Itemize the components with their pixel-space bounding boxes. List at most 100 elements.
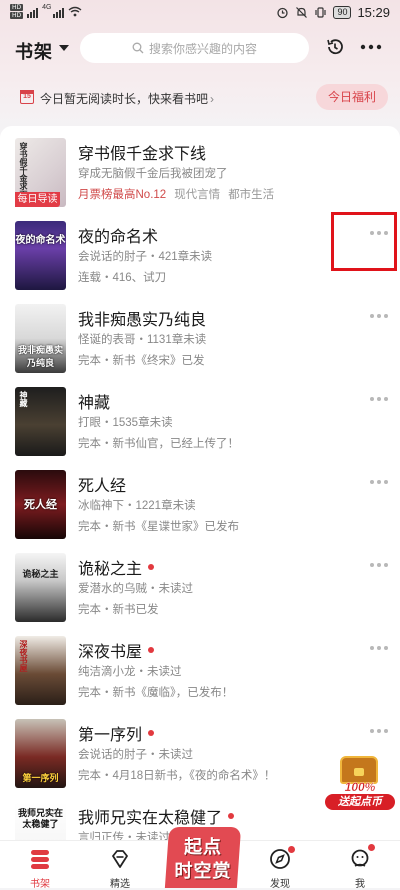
cover-title: 死人经 <box>24 499 57 511</box>
coin-promo[interactable]: 100% 送起点币 <box>325 756 395 810</box>
book-subtitle: 冰临神下・1221章未读 <box>78 500 196 512</box>
book-cover: 神藏 <box>15 387 66 456</box>
tab-bookshelf[interactable]: 书架 <box>0 841 80 890</box>
status-right: 90 15:29 <box>276 5 390 20</box>
book-title-text: 神藏 <box>78 395 111 412</box>
book-title: 我非痴愚实乃纯良 <box>78 306 206 330</box>
book-subtitle: 言归正传・未读过 <box>78 832 170 840</box>
cover-title: 我非痴愚实乃纯良 <box>17 345 63 368</box>
search-input[interactable]: 搜索你感兴趣的内容 <box>80 33 309 63</box>
book-item[interactable]: 穿书假千金求下线 每日导读 穿书假千金求下线 穿成无脑假千金后我被团宠了 月票榜… <box>0 138 400 221</box>
more-options-icon[interactable] <box>370 480 388 486</box>
wifi-icon <box>69 6 82 17</box>
cover-title: 深夜书屋 <box>19 640 28 672</box>
genre-tag: 现代言情 <box>174 189 221 201</box>
more-options-icon[interactable] <box>370 314 388 320</box>
book-title: 我师兄实在太稳健了 <box>78 804 235 828</box>
page-title[interactable]: 书架 <box>15 38 53 64</box>
book-meta: 完本・新书仙官，已经上传了！ <box>78 438 239 450</box>
book-subtitle: 会说话的肘子・421章未读 <box>78 251 213 263</box>
book-subtitle: 打眼・1535章未读 <box>78 417 173 429</box>
cover-title: 神藏 <box>19 391 28 407</box>
mute-bell-icon <box>296 7 308 18</box>
cover-title: 夜的命名术 <box>15 235 66 246</box>
search-icon <box>132 42 144 54</box>
book-cover: 我师兄实在太稳健了 <box>15 802 66 840</box>
book-cover: 我非痴愚实乃纯良 <box>15 304 66 373</box>
book-title: 诡秘之主 <box>78 555 155 579</box>
status-bar: HD HD 4G 90 15:29 <box>0 0 400 28</box>
book-meta: 完本・新书已发 <box>78 604 159 616</box>
book-cover: 夜的命名术 <box>15 221 66 290</box>
daily-benefit-button[interactable]: 今日福利 <box>316 84 388 110</box>
book-title: 深夜书屋 <box>78 638 155 662</box>
tab-discover[interactable]: 发现 <box>240 841 320 890</box>
notification-dot <box>288 846 295 853</box>
rank-label: 月票榜最高No.12 <box>78 189 167 201</box>
search-placeholder: 搜索你感兴趣的内容 <box>148 41 257 56</box>
book-subtitle: 爱潜水的乌贼・未读过 <box>78 583 193 595</box>
bookshelf-icon <box>31 850 49 869</box>
center-promo-button[interactable]: 起点 时空赏 <box>164 827 242 888</box>
book-title-text: 死人经 <box>78 478 127 495</box>
calendar-day: 15 <box>23 93 31 100</box>
book-meta: 完本・4月18日新书，《夜的命名术》！ <box>78 770 276 782</box>
book-cover: 深夜书屋 <box>15 636 66 705</box>
book-meta: 完本・新书《魔临》，已发布！ <box>78 687 234 699</box>
center-promo-line1: 起点 <box>184 837 222 857</box>
book-title: 穿书假千金求下线 <box>78 140 206 164</box>
book-cover: 死人经 <box>15 470 66 539</box>
book-subtitle: 纯洁滴小龙・未读过 <box>78 666 182 678</box>
book-title-text: 夜的命名术 <box>78 229 159 246</box>
cover-title: 第一序列 <box>22 773 59 783</box>
signal-icon <box>27 6 39 18</box>
clock: 15:29 <box>357 5 390 20</box>
update-dot <box>148 647 155 653</box>
book-title-text: 深夜书屋 <box>78 644 143 661</box>
status-left: HD HD 4G <box>10 4 82 19</box>
book-item[interactable]: 神藏 神藏 打眼・1535章未读 完本・新书仙官，已经上传了！ <box>0 387 400 470</box>
book-item[interactable]: 死人经 死人经 冰临神下・1221章未读 完本・新书《星谍世家》已发布 <box>0 470 400 553</box>
more-options-icon[interactable] <box>370 563 388 569</box>
promo-text: 送起点币 <box>325 794 395 810</box>
alarm-icon <box>277 7 289 19</box>
more-options-icon[interactable] <box>370 729 388 735</box>
diamond-icon <box>112 850 128 868</box>
book-title: 神藏 <box>78 389 110 413</box>
book-subtitle: 怪诞的表哥・1131章未读 <box>78 334 207 346</box>
user-icon <box>351 849 369 867</box>
reading-banner[interactable]: 15 今日暂无阅读时长，快来看书吧 › 今日福利 <box>12 81 388 115</box>
book-item[interactable]: 我非痴愚实乃纯良 我非痴愚实乃纯良 怪诞的表哥・1131章未读 完本・新书《终宋… <box>0 304 400 387</box>
book-title-text: 我非痴愚实乃纯良 <box>78 312 207 329</box>
notification-dot <box>368 844 375 851</box>
book-item[interactable]: 深夜书屋 深夜书屋 纯洁滴小龙・未读过 完本・新书《魔临》，已发布！ <box>0 636 400 719</box>
signal-icon-2 <box>53 6 65 18</box>
book-meta: 月票榜最高No.12 现代言情 都市生活 <box>78 186 274 202</box>
caret-down-icon[interactable] <box>59 45 69 51</box>
book-subtitle: 会说话的肘子・未读过 <box>78 749 193 761</box>
book-title: 第一序列 <box>78 721 155 745</box>
book-title-text: 我师兄实在太稳健了 <box>78 810 223 827</box>
book-cover: 第一序列 <box>15 719 66 788</box>
book-title-text: 穿书假千金求下线 <box>78 146 207 163</box>
sim-indicators: HD HD <box>10 4 24 19</box>
more-menu-icon[interactable] <box>360 37 382 57</box>
update-dot <box>148 564 155 570</box>
book-title-text: 诡秘之主 <box>78 561 143 578</box>
cover-title: 我师兄实在太稳健了 <box>17 808 63 829</box>
more-options-icon[interactable] <box>370 397 388 403</box>
tab-me[interactable]: 我 <box>320 841 400 890</box>
promo-percent: 100% <box>344 780 376 794</box>
book-meta: 完本・新书《星谍世家》已发布 <box>78 521 239 533</box>
more-options-icon[interactable] <box>370 646 388 652</box>
daily-guide-badge: 每日导读 <box>15 192 60 207</box>
book-item[interactable]: 诡秘之主 诡秘之主 爱潜水的乌贼・未读过 完本・新书已发 <box>0 553 400 636</box>
tab-featured[interactable]: 精选 <box>80 841 160 890</box>
update-dot <box>148 730 155 736</box>
history-icon[interactable] <box>325 37 345 57</box>
banner-message: 今日暂无阅读时长，快来看书吧 <box>40 92 209 106</box>
banner-text: 今日暂无阅读时长，快来看书吧 › <box>40 90 214 107</box>
book-title: 死人经 <box>78 472 126 496</box>
sim2-label: HD <box>10 12 24 19</box>
vibrate-icon <box>315 7 327 18</box>
